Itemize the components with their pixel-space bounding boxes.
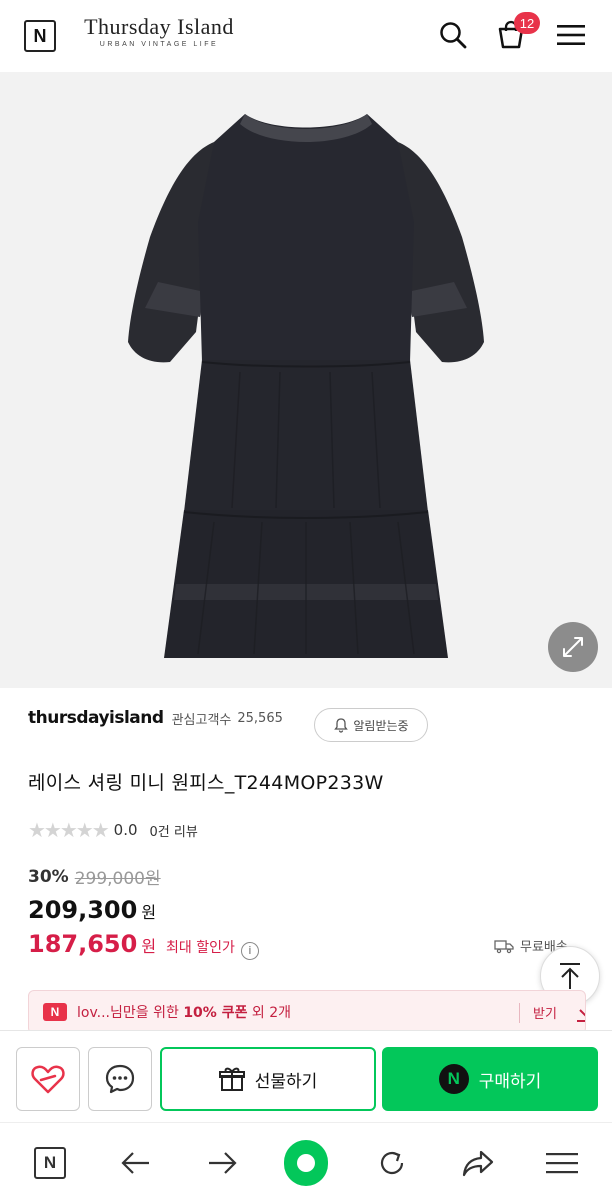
- wishlist-button[interactable]: [16, 1047, 80, 1111]
- dress-image: [128, 114, 484, 658]
- top-header: N Thursday Island URBAN VINTAGE LIFE 12: [0, 0, 612, 72]
- coupon-suffix: 외 2개: [247, 1005, 292, 1021]
- search-icon[interactable]: [434, 16, 472, 54]
- bell-check-icon: [334, 718, 349, 733]
- max-discount-row: 187,650 원 최대 할인가 i: [28, 930, 259, 960]
- product-image[interactable]: [0, 72, 612, 688]
- notification-label: 알림받는중: [353, 718, 409, 733]
- talk-talk-button[interactable]: [88, 1047, 152, 1111]
- coupon-highlight: 10% 쿠폰: [183, 1005, 248, 1021]
- coupon-text: lov...님만을 위한 10% 쿠폰 외 2개: [77, 1002, 291, 1022]
- coupon-banner[interactable]: N lov...님만을 위한 10% 쿠폰 외 2개 받기: [28, 990, 586, 1034]
- info-icon[interactable]: i: [240, 941, 259, 960]
- followers-count: 25,565: [237, 710, 283, 726]
- rating-row[interactable]: ★★★★★ 0.0 0건 리뷰: [28, 818, 198, 842]
- expand-image-button[interactable]: [548, 622, 598, 672]
- menu-icon[interactable]: [552, 16, 590, 54]
- max-discount-unit: 원: [141, 937, 157, 956]
- coupon-prefix: lov...님만을 위한: [77, 1005, 184, 1021]
- browser-menu-button[interactable]: [540, 1141, 584, 1185]
- arrow-up-icon: [560, 963, 580, 989]
- sale-price-unit: 원: [141, 903, 157, 922]
- discount-row: 30% 299,000원: [28, 864, 161, 890]
- back-button[interactable]: [114, 1141, 158, 1185]
- share-button[interactable]: [456, 1141, 500, 1185]
- store-row: thursdayisland 관심고객수 25,565: [28, 708, 283, 728]
- store-name[interactable]: thursdayisland: [28, 708, 164, 728]
- max-discount-label: 최대 할인가: [166, 940, 235, 956]
- review-count: 0건 리뷰: [149, 824, 198, 840]
- coupon-get-label[interactable]: 받기: [533, 1003, 557, 1022]
- brand-logo[interactable]: Thursday Island URBAN VINTAGE LIFE: [78, 14, 240, 48]
- rating-stars: ★★★★★: [28, 818, 110, 842]
- share-icon: [462, 1150, 494, 1177]
- chat-bubble-icon: [105, 1064, 135, 1094]
- arrow-right-icon: [209, 1152, 237, 1174]
- max-discount-price: 187,650: [28, 930, 138, 958]
- buy-label: 구매하기: [478, 1071, 542, 1092]
- original-price: 299,000원: [74, 869, 161, 889]
- gift-label: 선물하기: [254, 1071, 318, 1092]
- heart-icon: [31, 1065, 65, 1094]
- brand-subtitle: URBAN VINTAGE LIFE: [99, 41, 219, 48]
- rating-value: 0.0: [113, 821, 138, 839]
- buy-button[interactable]: N 구매하기: [382, 1047, 598, 1111]
- forward-button[interactable]: [200, 1141, 244, 1185]
- naver-n-icon: N: [34, 1147, 66, 1179]
- green-dot-icon: [284, 1140, 328, 1186]
- npay-icon: N: [438, 1064, 469, 1094]
- naver-home-button[interactable]: N: [28, 1141, 72, 1185]
- followers-label: 관심고객수: [171, 712, 232, 728]
- cart-count-badge: 12: [514, 12, 540, 34]
- brand-title: Thursday Island: [84, 14, 234, 39]
- gift-button[interactable]: 선물하기: [160, 1047, 376, 1111]
- coupon-divider: [519, 1003, 520, 1023]
- browser-navigation-bar: N: [0, 1122, 612, 1200]
- gift-icon: [218, 1067, 245, 1091]
- expand-icon: [563, 637, 583, 657]
- naver-badge: N: [43, 1003, 67, 1021]
- arrow-left-icon: [121, 1152, 149, 1174]
- sale-price: 209,300: [28, 896, 138, 924]
- product-title: 레이스 셔링 미니 원피스_T244MOP233W: [28, 772, 384, 794]
- green-dot-button[interactable]: [284, 1140, 328, 1186]
- menu-icon: [546, 1153, 578, 1174]
- notification-toggle-button[interactable]: 알림받는중: [314, 708, 428, 742]
- refresh-icon: [380, 1151, 404, 1175]
- price-row: 209,300 원: [28, 896, 156, 924]
- refresh-button[interactable]: [370, 1141, 414, 1185]
- purchase-action-bar: 선물하기 N 구매하기: [0, 1030, 612, 1122]
- discount-rate: 30%: [28, 866, 69, 887]
- naver-logo[interactable]: N: [24, 20, 56, 52]
- truck-icon: [494, 939, 514, 953]
- download-icon[interactable]: [575, 1001, 585, 1027]
